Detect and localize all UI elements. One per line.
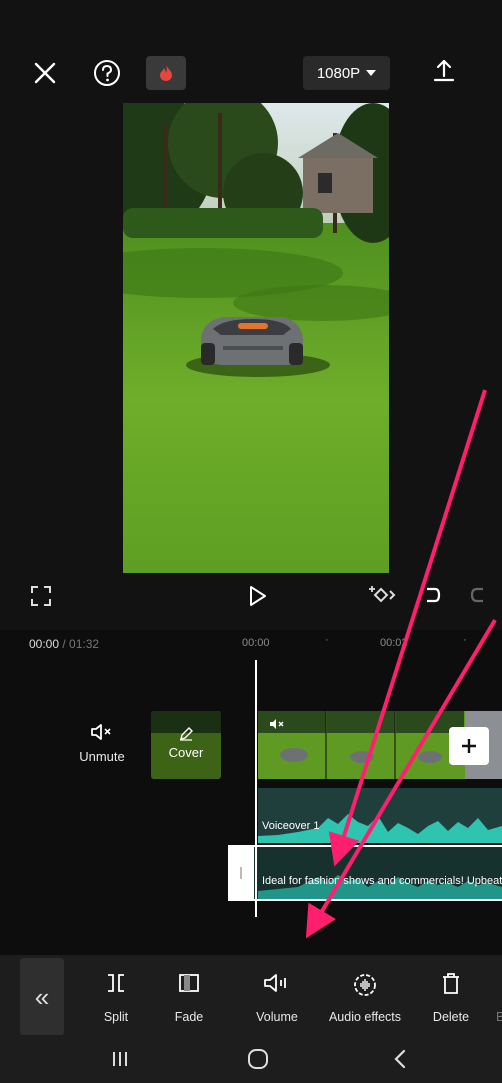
ruler-dot: ·: [463, 634, 467, 646]
track-mute-icon: [270, 719, 284, 729]
fade-button[interactable]: Fade: [149, 958, 229, 1033]
back-button[interactable]: [384, 1043, 416, 1075]
recent-apps-icon: [113, 1052, 127, 1066]
flame-button[interactable]: [146, 56, 186, 90]
export-icon: [433, 59, 455, 82]
edit-icon: [180, 727, 193, 741]
redo-button[interactable]: [466, 582, 492, 610]
music-label: Ideal for fashion shows and commercials!…: [262, 875, 502, 887]
delete-icon: [443, 973, 459, 994]
collapse-toolbar-button[interactable]: «: [20, 958, 64, 1036]
volume-button[interactable]: Volume: [237, 958, 317, 1033]
partial-tool-button[interactable]: B: [482, 958, 502, 1033]
keyframe-button[interactable]: [364, 580, 398, 610]
keyframe-icon: [369, 586, 396, 603]
audio-effects-icon: [354, 974, 376, 996]
volume-label: Volume: [256, 1010, 298, 1024]
playhead[interactable]: [255, 660, 257, 917]
voiceover-track[interactable]: Voiceover 1: [258, 788, 502, 843]
undo-button[interactable]: [418, 582, 444, 610]
redo-icon: [470, 587, 483, 603]
delete-label: Delete: [432, 1010, 470, 1024]
split-button[interactable]: Split: [76, 958, 156, 1033]
flame-icon: [160, 65, 172, 81]
play-button[interactable]: [244, 582, 272, 610]
fullscreen-icon: [31, 586, 51, 606]
voiceover-waveform: [258, 814, 502, 843]
export-button[interactable]: [428, 54, 460, 86]
caret-down-icon: [366, 70, 377, 76]
close-button[interactable]: [28, 58, 62, 88]
double-chevron-left-icon: «: [34, 981, 50, 1012]
resolution-dropdown[interactable]: 1080P: [303, 56, 390, 90]
split-icon: [108, 974, 124, 992]
current-time: 00:00: [29, 637, 60, 651]
fullscreen-button[interactable]: [28, 583, 54, 609]
total-time: 01:32: [69, 637, 100, 651]
fade-label: Fade: [174, 1010, 204, 1024]
delete-button[interactable]: Delete: [411, 958, 491, 1033]
ruler-tick-1: 00:02: [380, 637, 408, 649]
voiceover-label: Voiceover 1: [262, 820, 320, 832]
ruler-dot: ·: [325, 634, 329, 646]
home-icon: [248, 1049, 268, 1069]
home-button[interactable]: [242, 1043, 274, 1075]
resolution-label: 1080P: [316, 64, 361, 82]
music-waveform: [258, 875, 502, 899]
unmute-button[interactable]: Unmute: [70, 722, 134, 772]
recent-apps-button[interactable]: [104, 1043, 136, 1075]
add-clip-button[interactable]: [449, 727, 489, 765]
music-track[interactable]: Ideal for fashion shows and commercials!…: [228, 845, 502, 901]
video-preview[interactable]: [123, 103, 389, 573]
cover-label: Cover: [168, 745, 204, 760]
plus-icon: [462, 739, 476, 753]
volume-icon: [264, 974, 286, 992]
timecode: 00:00 / 01:32: [29, 637, 99, 651]
fade-icon: [179, 974, 199, 992]
partial-tool-label: B: [496, 1010, 502, 1024]
unmute-label: Unmute: [79, 749, 125, 764]
close-icon: [34, 62, 56, 84]
time-separator: /: [59, 637, 70, 651]
mute-icon: [91, 724, 111, 740]
ruler-tick-0: 00:00: [242, 637, 270, 649]
back-icon: [394, 1049, 406, 1069]
undo-icon: [427, 587, 441, 603]
trim-handle-left[interactable]: [228, 845, 254, 901]
cover-button[interactable]: Cover: [151, 711, 221, 779]
help-button[interactable]: [90, 56, 124, 90]
split-label: Split: [103, 1010, 129, 1024]
video-frame-image: [123, 103, 389, 573]
play-icon: [250, 586, 266, 606]
audio-effects-button[interactable]: Audio effects: [323, 958, 407, 1033]
audio-effects-label: Audio effects: [328, 1010, 402, 1024]
help-icon: [94, 60, 120, 86]
